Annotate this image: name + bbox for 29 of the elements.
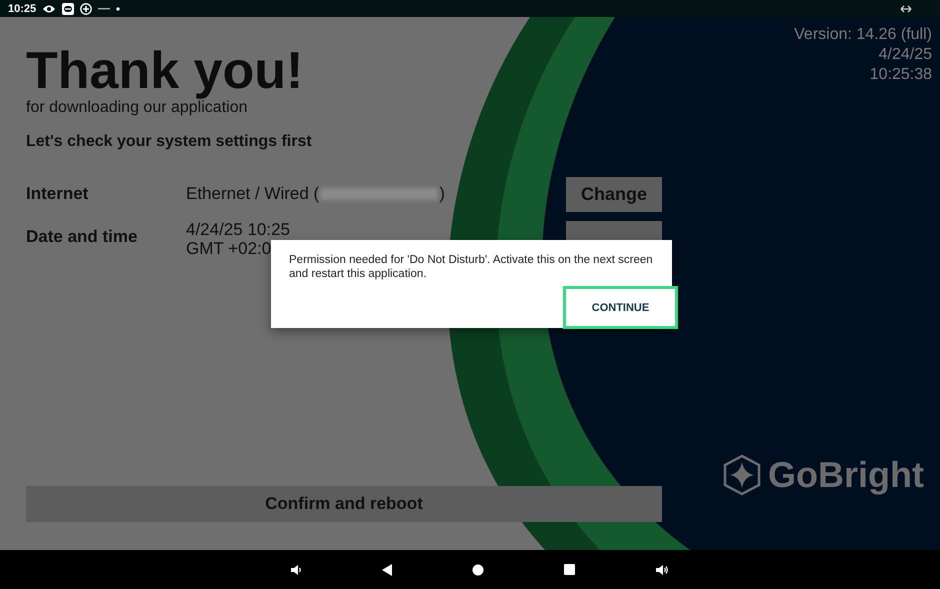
home-icon[interactable] <box>472 564 484 576</box>
change-button[interactable]: Change <box>566 177 662 212</box>
dialog-message: Permission needed for 'Do Not Disturb'. Activate this on the next screen and restart this application. <box>289 253 654 281</box>
subtitle: for downloading our application <box>26 99 248 117</box>
back-icon[interactable] <box>382 564 392 576</box>
page-title: Thank you! <box>26 43 304 99</box>
logo-text: GoBright <box>768 454 924 496</box>
version-text: Version: 14.26 (full) <box>794 25 932 45</box>
volume-up-icon[interactable] <box>655 564 669 576</box>
dash-icon <box>98 8 110 10</box>
setting-value: Ethernet / Wired ( <box>186 184 320 204</box>
confirm-button[interactable]: Confirm and reboot <box>26 486 662 522</box>
logo-icon <box>722 454 762 496</box>
prompt-text: Let's check your system settings first <box>26 133 312 151</box>
status-time: 10:25 <box>8 2 36 14</box>
arrows-icon <box>900 4 912 12</box>
date-text: 4/24/25 <box>878 45 932 65</box>
setting-value: 4/24/25 10:25 <box>186 220 291 239</box>
plus-circle-icon <box>80 2 92 14</box>
continue-button[interactable]: CONTINUE <box>563 286 678 329</box>
eye-icon <box>42 4 56 14</box>
app-icon <box>62 2 74 14</box>
setting-value: GMT +02:0 <box>186 239 272 258</box>
time-text: 10:25:38 <box>870 65 932 85</box>
dot-icon <box>116 6 120 10</box>
setting-label: Date and time <box>26 226 138 247</box>
setting-value: ) <box>439 184 445 204</box>
volume-down-icon[interactable] <box>290 564 302 576</box>
setting-label: Internet <box>26 183 90 204</box>
